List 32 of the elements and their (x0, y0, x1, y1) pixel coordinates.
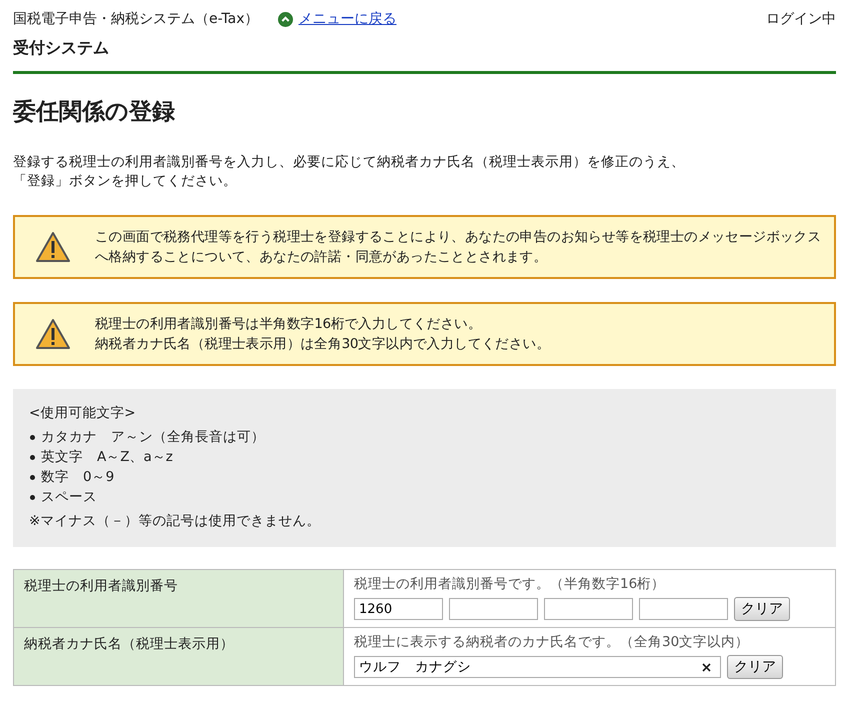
bullet-icon (30, 434, 35, 440)
list-item: スペース (41, 488, 97, 507)
bullet-icon (30, 494, 35, 500)
input-field[interactable]: ウルフ カナグシ (354, 656, 721, 678)
list-item: カタカナ ア～ン（全角長音は可） (41, 428, 265, 447)
field-hint: 税理士に表示する納税者のカナ氏名です。（全角30文字以内） (354, 633, 750, 651)
list-item: 数字 0～9 (41, 468, 114, 487)
input-field[interactable] (544, 598, 633, 620)
clear-button[interactable]: クリア (734, 597, 790, 621)
instructions: 登録する税理士の利用者識別番号を入力し、必要に応じて納税者カナ氏名（税理士表示用）を修正のうえ、 「登録」ボタンを押してください。 (13, 153, 686, 191)
input-field[interactable] (639, 598, 728, 620)
field-label: 納税者カナ氏名（税理士表示用） (14, 627, 344, 685)
notice-text: この画面で税務代理等を行う税理士を登録することにより、あなたの申告のお知らせ等を税理士のメッセージボックス へ格納することについて、あなたの許諾・同意があったこととされます。 (95, 228, 822, 267)
clear-button[interactable]: クリア (727, 655, 783, 679)
note-text: ※マイナス（－）等の記号は使用できません。 (29, 512, 322, 531)
input-field[interactable] (449, 598, 538, 620)
login-status: ログイン中 (766, 10, 836, 28)
bullet-icon (30, 454, 35, 460)
bullet-icon (30, 474, 35, 480)
system-name: 国税電子申告・納税システム（e-Tax） (13, 10, 258, 28)
panel-heading: <使用可能文字> (29, 404, 137, 423)
notice-text: 税理士の利用者識別番号は半角数字16桁で入力してください。 納税者カナ氏名（税理士表示用）は全角30文字以内で入力してください。 (95, 315, 550, 354)
warning-icon (35, 231, 71, 263)
warning-icon (35, 318, 71, 350)
subsystem-title: 受付システム (13, 38, 836, 74)
list-item: 英文字 A～Z、a～z (41, 448, 173, 467)
close-icon[interactable] (702, 663, 711, 672)
chevron-up-icon (278, 12, 294, 26)
page-title: 委任関係の登録 (13, 98, 176, 127)
input-field[interactable]: 1260 (354, 598, 443, 620)
field-hint: 税理士の利用者識別番号です。（半角数字16桁） (354, 575, 666, 593)
field-label: 税理士の利用者識別番号 (14, 570, 344, 627)
